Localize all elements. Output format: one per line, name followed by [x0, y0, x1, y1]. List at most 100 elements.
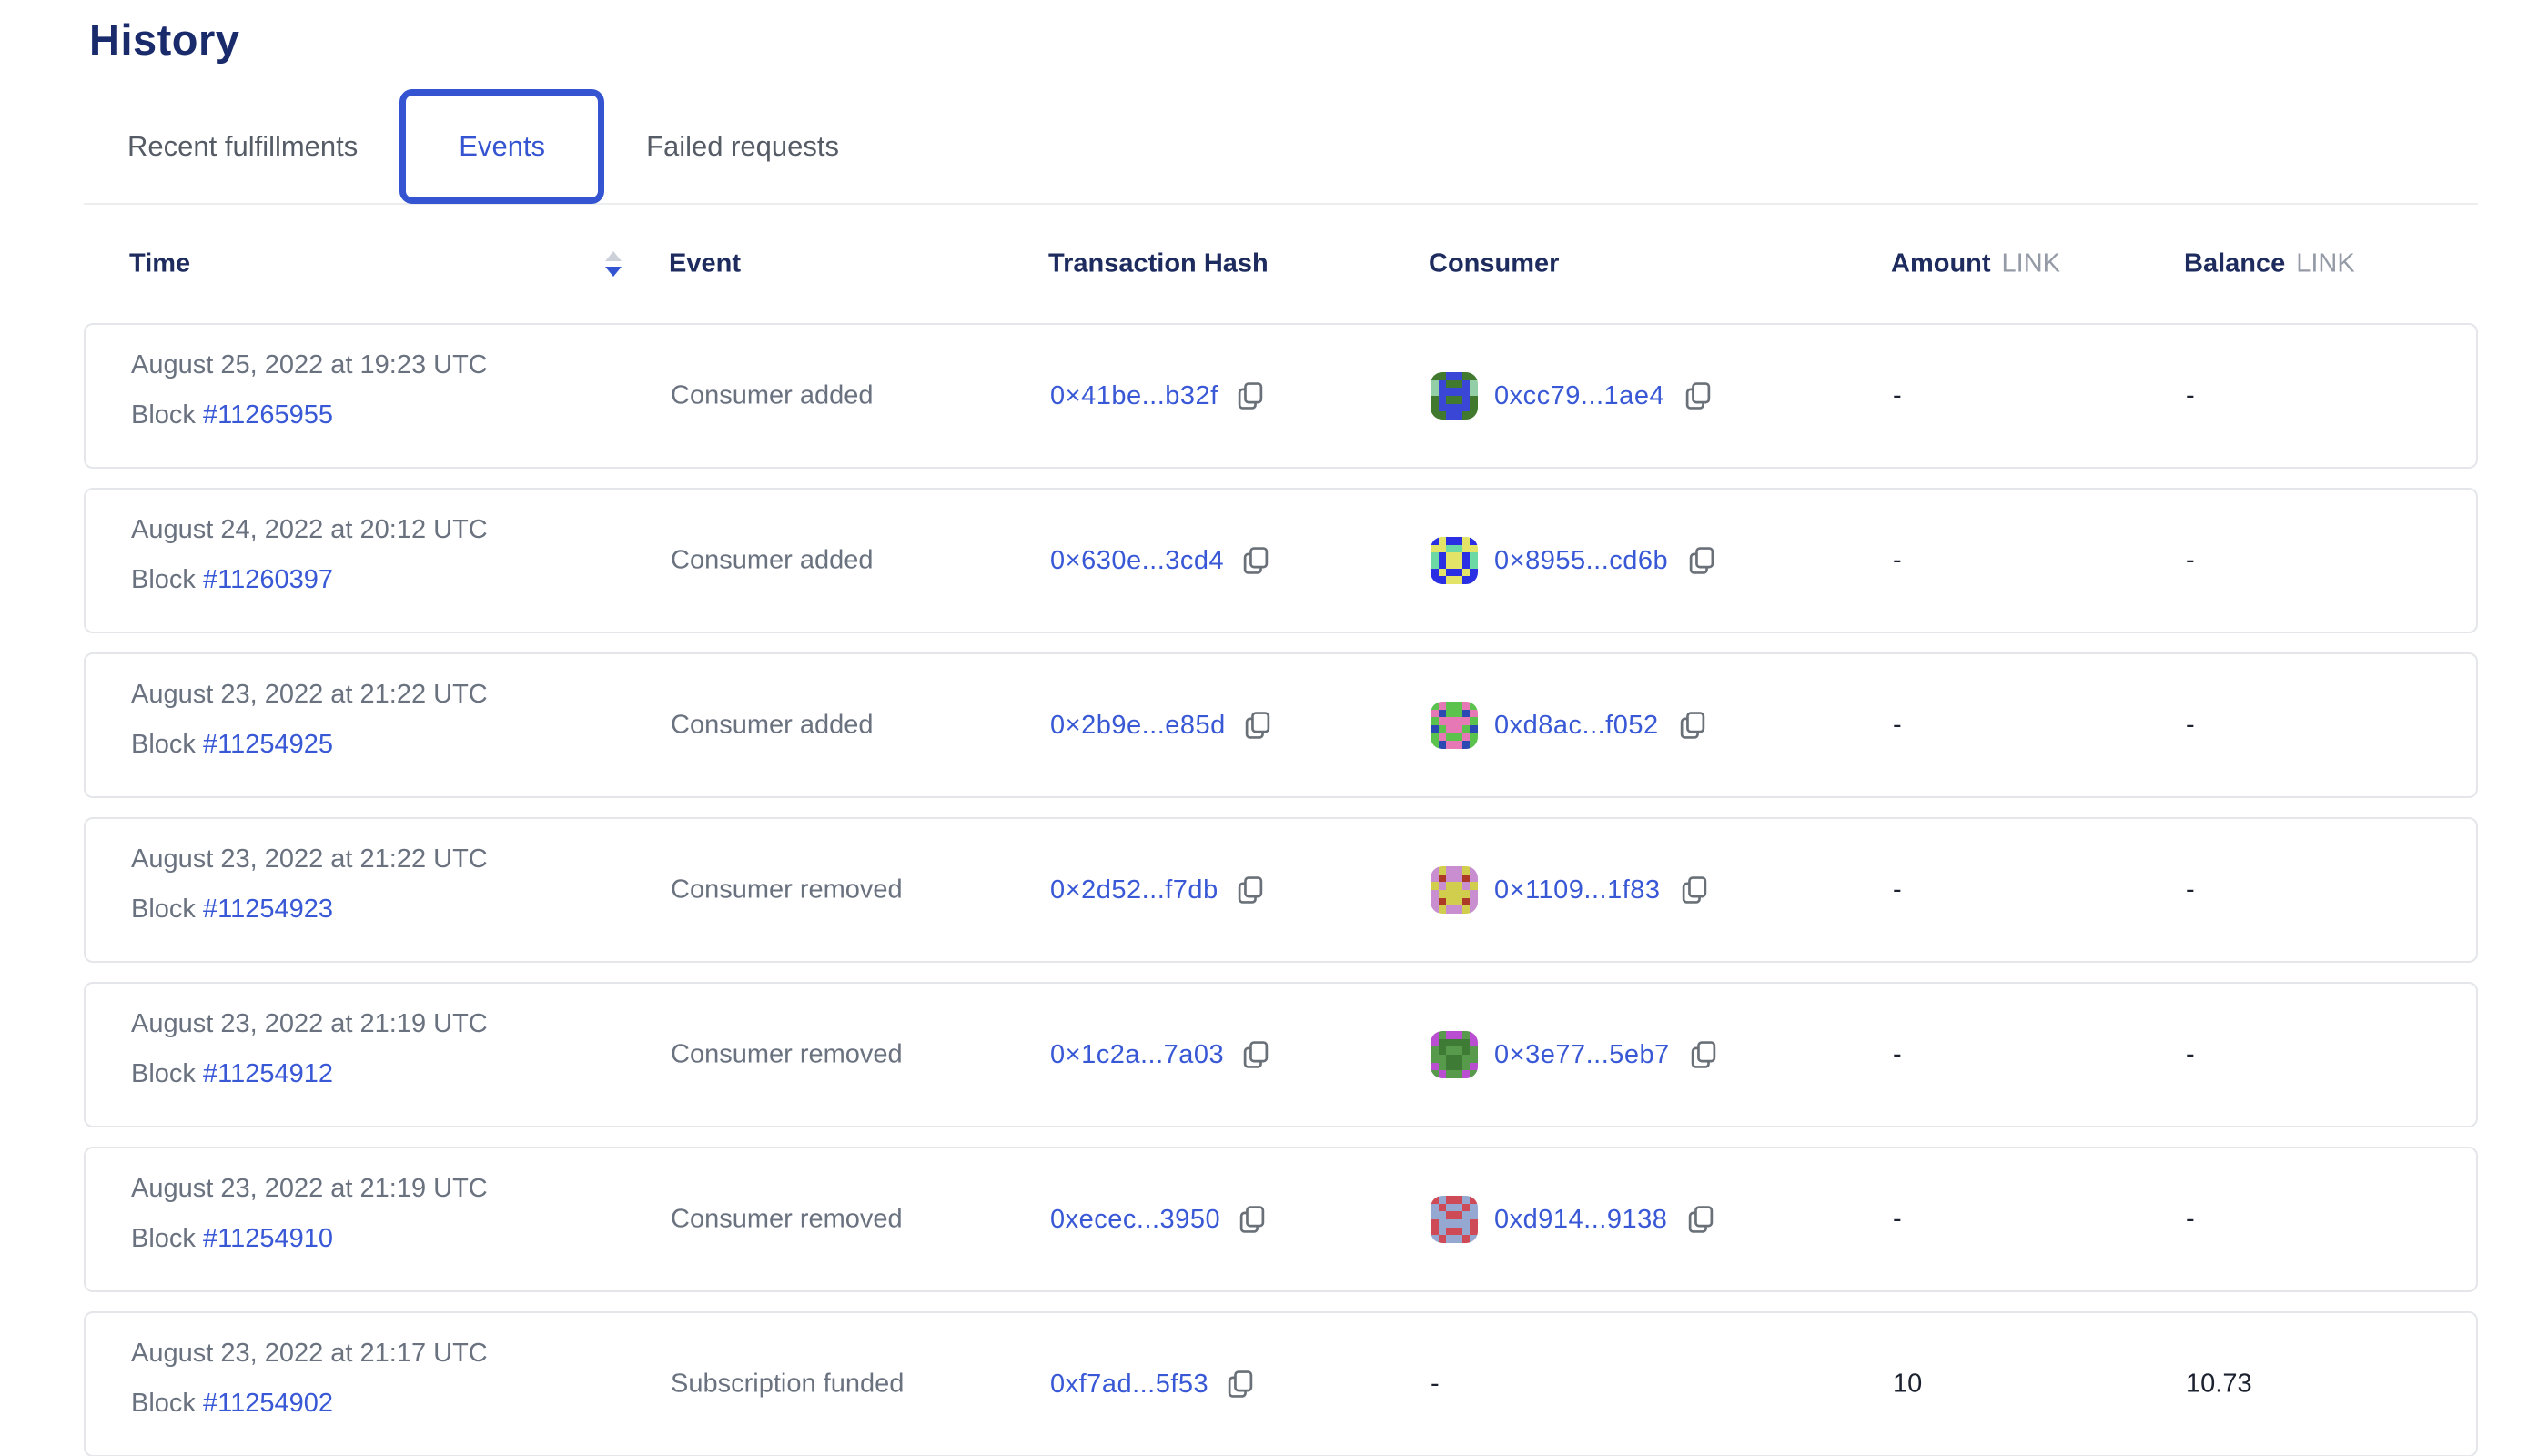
- amount-value: -: [1893, 546, 1902, 576]
- balance-link-unit: LINK: [2296, 249, 2354, 278]
- consumer-cell: 0xd914...9138: [1431, 1196, 1718, 1243]
- consumer-address-link[interactable]: 0xd8ac...f052: [1494, 711, 1659, 741]
- block-number-link[interactable]: #11254902: [203, 1389, 333, 1418]
- time-cell: August 23, 2022 at 21:19 UTCBlock #11254…: [131, 1009, 488, 1089]
- consumer-address-link[interactable]: 0×1109...1f83: [1494, 875, 1661, 905]
- event-timestamp: August 23, 2022 at 21:17 UTC: [131, 1339, 488, 1369]
- block-line: Block #11254902: [131, 1389, 488, 1419]
- transaction-hash-link[interactable]: 0×1c2a...7a03: [1050, 1040, 1224, 1070]
- consumer-address-link[interactable]: 0×8955...cd6b: [1494, 546, 1668, 576]
- block-number-link[interactable]: #11254910: [203, 1224, 333, 1253]
- event-type-label: Consumer removed: [671, 875, 903, 905]
- sort-up-arrow-icon: [605, 251, 622, 261]
- copy-icon[interactable]: [1223, 1367, 1258, 1401]
- balance-value: -: [2186, 546, 2195, 576]
- time-cell: August 23, 2022 at 21:22 UTC Block #11254…: [131, 680, 488, 760]
- balance-value: -: [2186, 1205, 2195, 1235]
- transaction-hash-cell: 0×1c2a...7a03: [1050, 1037, 1273, 1072]
- copy-icon[interactable]: [1233, 873, 1268, 907]
- table-row: August 25, 2022 at 19:23 UTCBlock #11265…: [84, 323, 2478, 469]
- column-header-time[interactable]: Time: [129, 249, 190, 279]
- time-cell: August 23, 2022 at 21:19 UTCBlock #11254…: [131, 1174, 488, 1254]
- consumer-address-link[interactable]: 0xd914...9138: [1494, 1205, 1667, 1235]
- column-header-amount: AmountLINK: [1891, 249, 2060, 279]
- events-table-body: August 25, 2022 at 19:23 UTCBlock #11265…: [0, 323, 2528, 1456]
- transaction-hash-cell: 0×41be...b32f: [1050, 379, 1268, 413]
- amount-value: -: [1893, 1205, 1902, 1235]
- table-row: August 23, 2022 at 21:22 UTC Block #11254…: [84, 652, 2478, 798]
- event-timestamp: August 24, 2022 at 20:12 UTC: [131, 515, 488, 545]
- column-header-consumer: Consumer: [1429, 249, 1559, 279]
- block-line: Block #11265955: [131, 400, 488, 430]
- column-header-balance: BalanceLINK: [2184, 249, 2355, 279]
- copy-icon[interactable]: [1235, 1202, 1269, 1237]
- transaction-hash-cell: 0xecec...3950: [1050, 1202, 1269, 1237]
- amount-value: -: [1893, 381, 1902, 411]
- block-number-link[interactable]: #11254925: [203, 730, 333, 759]
- page-title: History: [89, 15, 2528, 65]
- copy-icon[interactable]: [1675, 708, 1710, 743]
- transaction-hash-link[interactable]: 0×41be...b32f: [1050, 381, 1218, 411]
- transaction-hash-cell: 0×2d52...f7db: [1050, 873, 1268, 907]
- copy-icon[interactable]: [1684, 543, 1719, 578]
- event-type-label: Consumer removed: [671, 1040, 903, 1070]
- column-header-transaction-hash: Transaction Hash: [1048, 249, 1269, 279]
- consumer-identicon: [1431, 537, 1478, 584]
- table-row: August 23, 2022 at 21:22 UTCBlock #11254…: [84, 817, 2478, 963]
- consumer-identicon: [1431, 1196, 1478, 1243]
- time-cell: August 23, 2022 at 21:22 UTCBlock #11254…: [131, 844, 488, 925]
- transaction-hash-link[interactable]: 0×2b9e...e85d: [1050, 711, 1226, 741]
- consumer-identicon: [1431, 1031, 1478, 1078]
- copy-icon[interactable]: [1239, 543, 1273, 578]
- amount-value: -: [1893, 711, 1902, 741]
- block-number-link[interactable]: #11260397: [203, 565, 333, 594]
- copy-icon[interactable]: [1684, 1202, 1718, 1237]
- transaction-hash-cell: 0xf7ad...5f53: [1050, 1367, 1258, 1401]
- time-cell: August 24, 2022 at 20:12 UTCBlock #11260…: [131, 515, 488, 595]
- consumer-identicon: [1431, 866, 1478, 914]
- consumer-cell: 0xd8ac...f052: [1431, 702, 1710, 749]
- amount-value: -: [1893, 1040, 1902, 1070]
- transaction-hash-link[interactable]: 0xecec...3950: [1050, 1205, 1220, 1235]
- tab-events[interactable]: Events: [459, 130, 545, 163]
- block-line: Block #11254923: [131, 895, 488, 925]
- tab-failed-requests[interactable]: Failed requests: [646, 130, 839, 163]
- block-line: Block #11254925: [131, 730, 488, 760]
- amount-value: 10: [1893, 1370, 1922, 1400]
- copy-icon[interactable]: [1681, 379, 1715, 413]
- table-row: August 23, 2022 at 21:17 UTC Block #11254…: [84, 1311, 2478, 1456]
- consumer-cell: -: [1431, 1370, 1440, 1400]
- event-type-label: Consumer added: [671, 546, 873, 576]
- event-timestamp: August 23, 2022 at 21:19 UTC: [131, 1009, 488, 1039]
- sort-down-arrow-icon: [605, 267, 622, 277]
- consumer-identicon: [1431, 702, 1478, 749]
- copy-icon[interactable]: [1677, 873, 1712, 907]
- consumer-cell: 0xcc79...1ae4: [1431, 372, 1715, 420]
- copy-icon[interactable]: [1233, 379, 1268, 413]
- tab-bar: Recent fulfillments Events Failed reques…: [84, 90, 2478, 205]
- transaction-hash-link[interactable]: 0×630e...3cd4: [1050, 546, 1224, 576]
- time-cell: August 23, 2022 at 21:17 UTC Block #11254…: [131, 1339, 488, 1419]
- consumer-address-link[interactable]: 0xcc79...1ae4: [1494, 381, 1664, 411]
- tab-events-active-box[interactable]: Events: [399, 89, 604, 204]
- event-timestamp: August 23, 2022 at 21:19 UTC: [131, 1174, 488, 1204]
- block-number-link[interactable]: #11254912: [203, 1059, 333, 1088]
- block-number-link[interactable]: #11265955: [203, 400, 333, 430]
- transaction-hash-link[interactable]: 0×2d52...f7db: [1050, 875, 1218, 905]
- copy-icon[interactable]: [1240, 708, 1275, 743]
- block-number-link[interactable]: #11254923: [203, 895, 333, 924]
- event-type-label: Consumer added: [671, 711, 873, 741]
- consumer-address-link[interactable]: 0×3e77...5eb7: [1494, 1040, 1670, 1070]
- amount-link-unit: LINK: [2002, 249, 2060, 278]
- transaction-hash-link[interactable]: 0xf7ad...5f53: [1050, 1370, 1208, 1400]
- consumer-identicon: [1431, 372, 1478, 420]
- event-timestamp: August 23, 2022 at 21:22 UTC: [131, 680, 488, 710]
- sort-descending-icon[interactable]: [605, 251, 622, 277]
- copy-icon[interactable]: [1686, 1037, 1721, 1072]
- amount-value: -: [1893, 875, 1902, 905]
- event-type-label: Consumer removed: [671, 1205, 903, 1235]
- copy-icon[interactable]: [1239, 1037, 1273, 1072]
- tab-recent-fulfillments[interactable]: Recent fulfillments: [127, 130, 358, 163]
- table-row: August 24, 2022 at 20:12 UTCBlock #11260…: [84, 488, 2478, 633]
- consumer-empty-value: -: [1431, 1370, 1440, 1400]
